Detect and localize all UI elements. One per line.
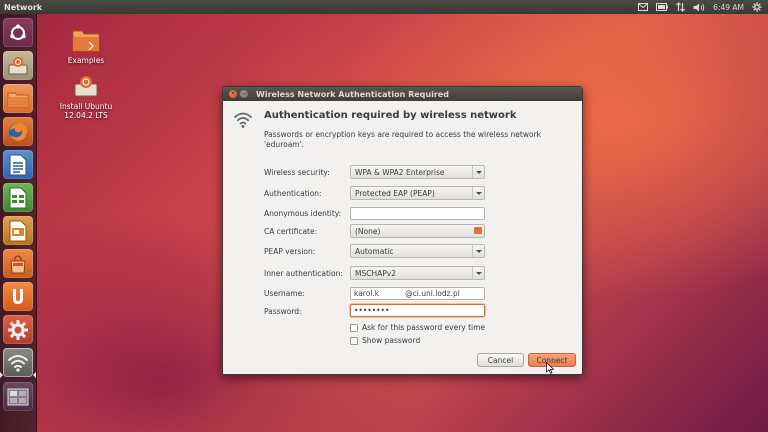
libreoffice-impress-button[interactable] — [3, 216, 33, 245]
inner-authentication-combo[interactable]: MSCHAPv2 — [350, 266, 485, 280]
software-center-button[interactable] — [3, 249, 33, 278]
folder-icon — [7, 90, 29, 108]
checkbox-box[interactable] — [350, 323, 358, 332]
desktop-icon-install-ubuntu[interactable]: Install Ubuntu 12.04.2 LTS — [56, 74, 116, 120]
system-settings-button[interactable] — [3, 315, 33, 344]
wireless-security-label: Wireless security: — [264, 168, 330, 177]
ca-certificate-chooser[interactable]: (None) — [350, 224, 485, 238]
minimize-icon: − — [241, 90, 247, 97]
dialog-heading: Authentication required by wireless netw… — [264, 110, 517, 121]
workspace-switcher-button[interactable] — [3, 382, 33, 411]
active-indicator-left — [0, 372, 3, 378]
ubuntu-installer-button[interactable] — [3, 51, 33, 80]
username-value: karol.k — [354, 289, 380, 298]
mouse-pointer-icon — [546, 361, 555, 376]
show-password-checkbox[interactable]: Show password — [350, 336, 420, 345]
folder-icon — [72, 28, 100, 54]
inner-authentication-label: Inner authentication: — [264, 269, 343, 278]
volume-icon[interactable] — [693, 1, 705, 13]
firefox-icon — [7, 121, 29, 143]
minimize-button[interactable]: − — [240, 90, 248, 98]
peap-version-combo[interactable]: Automatic — [350, 244, 485, 258]
dialog-titlebar[interactable]: × − Wireless Network Authentication Requ… — [223, 87, 582, 101]
active-indicator-right — [33, 372, 36, 378]
installer-icon — [7, 56, 29, 76]
wireless-security-combo[interactable]: WPA & WPA2 Enterprise — [350, 165, 485, 179]
anonymous-identity-label: Anonymous identity: — [264, 209, 342, 218]
cancel-button[interactable]: Cancel — [477, 353, 524, 367]
chevron-down-icon — [472, 267, 484, 279]
authentication-label: Authentication: — [264, 189, 322, 198]
anonymous-identity-input[interactable] — [350, 207, 485, 220]
workspace-icon — [7, 388, 29, 406]
show-password-label: Show password — [362, 336, 421, 345]
ca-certificate-label: CA certificate: — [264, 227, 318, 236]
desktop-icon-label-line1: Install Ubuntu — [59, 102, 113, 111]
username-domain: @ci.uni.lodz.pl — [405, 289, 460, 298]
clock[interactable]: 6:49 AM — [713, 1, 744, 13]
ca-certificate-value: (None) — [355, 226, 381, 236]
chevron-down-icon — [472, 245, 484, 257]
firefox-button[interactable] — [3, 117, 33, 146]
shopping-bag-icon — [8, 254, 28, 274]
network-manager-button[interactable] — [3, 348, 33, 377]
dialog-description: Passwords or encryption keys are require… — [264, 130, 542, 149]
libreoffice-calc-button[interactable] — [3, 183, 33, 212]
folder-icon — [474, 227, 482, 234]
calc-icon — [9, 187, 27, 209]
mail-icon[interactable] — [638, 1, 649, 13]
password-value: •••••••• — [354, 306, 390, 315]
wireless-auth-dialog: × − Wireless Network Authentication Requ… — [222, 86, 583, 375]
ubuntu-one-icon — [9, 287, 27, 307]
battery-icon[interactable] — [656, 1, 669, 13]
peap-version-label: PEAP version: — [264, 247, 316, 256]
dialog-title: Wireless Network Authentication Required — [256, 89, 449, 99]
wireless-security-value: WPA & WPA2 Enterprise — [355, 167, 445, 177]
inner-authentication-value: MSCHAPv2 — [355, 268, 396, 278]
desktop-icon-label-line2: 12.04.2 LTS — [64, 111, 108, 120]
ubuntu-one-button[interactable] — [3, 282, 33, 311]
top-panel: Network 6:49 AM — [0, 0, 768, 14]
desktop-icon-label: Examples — [67, 56, 105, 65]
gear-icon — [7, 319, 29, 341]
ask-password-label: Ask for this password every time — [362, 323, 486, 332]
wifi-icon — [233, 111, 253, 131]
writer-icon — [9, 154, 27, 176]
installer-icon — [73, 74, 99, 100]
files-button[interactable] — [3, 84, 33, 113]
close-button[interactable]: × — [229, 90, 237, 98]
peap-version-value: Automatic — [355, 246, 394, 256]
authentication-value: Protected EAP (PEAP) — [355, 188, 435, 198]
password-input[interactable]: •••••••• — [350, 304, 485, 317]
dash-home-button[interactable] — [3, 18, 33, 47]
wifi-icon — [7, 354, 29, 372]
ubuntu-logo-icon — [8, 23, 28, 43]
chevron-down-icon — [472, 166, 484, 178]
authentication-combo[interactable]: Protected EAP (PEAP) — [350, 186, 485, 200]
network-updown-icon[interactable] — [676, 1, 686, 13]
desktop-icon-examples[interactable]: Examples — [64, 28, 108, 65]
ask-password-checkbox[interactable]: Ask for this password every time — [350, 323, 485, 332]
gear-icon[interactable] — [752, 1, 762, 13]
username-input[interactable]: karol.k @ci.uni.lodz.pl — [350, 287, 485, 300]
launcher — [0, 14, 37, 432]
close-icon: × — [230, 90, 236, 97]
username-label: Username: — [264, 289, 305, 298]
libreoffice-writer-button[interactable] — [3, 150, 33, 179]
password-label: Password: — [264, 307, 302, 316]
chevron-down-icon — [472, 187, 484, 199]
indicator-area: 6:49 AM — [638, 1, 768, 13]
active-app-title: Network — [4, 2, 43, 12]
impress-icon — [9, 220, 27, 242]
checkbox-box[interactable] — [350, 336, 358, 345]
